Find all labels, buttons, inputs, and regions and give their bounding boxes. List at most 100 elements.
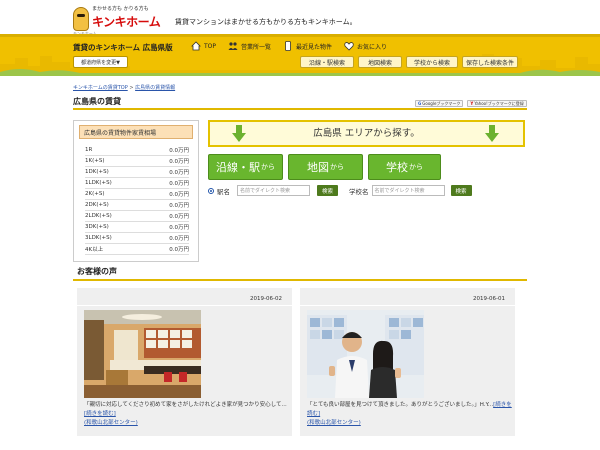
school-name-input[interactable]: 名前でダイレクト検索 (371, 185, 445, 196)
price-type: 3DK(+S) (85, 224, 109, 230)
nav-favorites-label: お気に入り (357, 43, 388, 51)
site-header: まかせる方も かりる方も キンキホーム キンキホーム 賃貸マンションはまかせる方… (0, 0, 600, 36)
rent-price-title: 広島県の賃貸物件家賃相場 (79, 125, 193, 139)
heart-icon (344, 42, 354, 51)
area-search-text: 広島県 エリアから探す。 (313, 128, 420, 139)
catchphrase: 賃貸マンションはまかせる方もかりる方もキンキホーム。 (175, 18, 357, 26)
down-arrow-icon (232, 125, 246, 142)
quick-search-buttons: 沿線・駅検索 地図検索 学校から検索 保存した検索条件 (300, 56, 518, 68)
main-nav: TOP 営業所一覧 最近見た物件 お気に入り (191, 41, 399, 51)
price-row: 2DK(+S) 0.0万円 (85, 200, 189, 211)
price-row: 1LDK(+S) 0.0万円 (85, 178, 189, 189)
price-type: 1K(+S) (85, 158, 105, 164)
school-search-row: 学校名 名前でダイレクト検索 検索 (349, 185, 472, 196)
saved-conditions-button[interactable]: 保存した検索条件 (462, 56, 518, 68)
nav-offices[interactable]: 営業所一覧 (228, 41, 271, 51)
station-label: 駅名 (217, 187, 230, 196)
voices-divider (73, 279, 527, 281)
voice-branch-link[interactable]: (和歌山北部センター) (307, 420, 361, 426)
station-search-button[interactable]: 検索 (317, 185, 339, 196)
area-search-banner[interactable]: 広島県 エリアから探す。 (208, 120, 525, 147)
station-radio[interactable] (208, 187, 214, 194)
line-station-from: から (261, 163, 275, 171)
price-value: 0.0万円 (169, 181, 189, 187)
nav-favorites[interactable]: お気に入り (344, 41, 387, 51)
price-value: 0.0万円 (169, 203, 189, 209)
price-value: 0.0万円 (169, 236, 189, 242)
price-row: 2K(+S) 0.0万円 (85, 189, 189, 200)
school-label-text: 学校名 (349, 187, 369, 196)
line-station-search-button[interactable]: 沿線・駅検索 (300, 56, 354, 68)
price-type: 2DK(+S) (85, 202, 109, 208)
nav-top[interactable]: TOP (191, 41, 216, 51)
school-search-button[interactable]: 学校から検索 (406, 56, 458, 68)
breadcrumb-sep: > (129, 85, 134, 91)
bookmark-buttons: G Googleブックマーク Y Yahoo!ブックマークに登録 (415, 100, 527, 107)
yahoo-bookmark-label: Yahoo!ブックマークに登録 (474, 100, 524, 106)
voice-date: 2019-06-02 (250, 296, 282, 302)
voice-text-block: 「とても良い部屋を見つけて頂きました。ありがとうございました。」H.Y...[続… (307, 401, 512, 428)
voice-photo (84, 310, 201, 398)
map-from: から (330, 163, 344, 171)
site-title[interactable]: 賃貸のキンキホーム 広島県版 (73, 42, 173, 53)
line-station-button[interactable]: 沿線・駅 から (208, 154, 283, 180)
title-divider (73, 108, 527, 110)
price-value: 0.0万円 (169, 225, 189, 231)
station-search-row: 駅名 名前でダイレクト検索 検索 (208, 185, 339, 196)
voice-branch-link[interactable]: (和歌山北部センター) (84, 420, 138, 426)
office-interior-photo (84, 310, 201, 398)
price-type: 3LDK(+S) (85, 235, 112, 241)
price-row: 2LDK(+S) 0.0万円 (85, 211, 189, 222)
page-title: 広島県の賃貸 (73, 97, 121, 106)
nav-recent[interactable]: 最近見た物件 (283, 41, 332, 51)
change-prefecture-button[interactable]: 都道府県を変更▼ (73, 56, 128, 68)
price-row: 1DK(+S) 0.0万円 (85, 167, 189, 178)
map-button[interactable]: 地図 から (288, 154, 363, 180)
card-divider (77, 305, 292, 306)
school-search-button[interactable]: 検索 (450, 185, 472, 196)
price-value: 0.0万円 (169, 214, 189, 220)
voice-text: 「とても良い部屋を見つけて頂きました。ありがとうございました。」H.Y... (307, 402, 494, 408)
voice-photo (307, 310, 424, 398)
price-row: 4K以上 0.0万円 (85, 244, 189, 255)
price-value: 0.0万円 (169, 170, 189, 176)
price-type: 1LDK(+S) (85, 180, 112, 186)
price-row: 1K(+S) 0.0万円 (85, 156, 189, 167)
yahoo-y-icon: Y (470, 101, 474, 106)
nav-recent-label: 最近見た物件 (296, 43, 333, 51)
breadcrumb: キンキホームの賃貸TOP > 広島県の賃貸情報 (73, 84, 175, 91)
breadcrumb-current[interactable]: 広島県の賃貸情報 (135, 85, 175, 91)
people-icon (228, 42, 238, 50)
voice-date: 2019-06-01 (473, 296, 505, 302)
google-bookmark-label: Googleブックマーク (422, 100, 461, 106)
line-station-label: 沿線・駅 (216, 161, 260, 174)
school-from: から (409, 163, 423, 171)
logo-tagline: まかせる方も かりる方も (92, 6, 149, 12)
map-search-button[interactable]: 地図検索 (358, 56, 402, 68)
price-row: 1R 0.0万円 (85, 145, 189, 156)
nav-top-label: TOP (204, 42, 217, 50)
school-button[interactable]: 学校 から (368, 154, 441, 180)
price-type: 4K以上 (85, 247, 104, 253)
price-type: 2LDK(+S) (85, 213, 112, 219)
down-arrow-icon (485, 125, 499, 142)
logo-name: キンキホーム (92, 15, 161, 29)
price-type: 1R (85, 147, 93, 153)
map-label: 地図 (307, 161, 329, 174)
price-value: 0.0万円 (169, 247, 189, 253)
rent-price-table: 広島県の賃貸物件家賃相場 1R 0.0万円 1K(+S) 0.0万円 1DK(+S)… (73, 120, 199, 262)
nav-offices-label: 営業所一覧 (241, 43, 272, 51)
yahoo-bookmark-button[interactable]: Y Yahoo!ブックマークに登録 (467, 100, 527, 107)
site-logo[interactable]: まかせる方も かりる方も キンキホーム キンキホーム (73, 4, 173, 36)
price-type: 1DK(+S) (85, 169, 109, 175)
breadcrumb-home[interactable]: キンキホームの賃貸TOP (73, 85, 128, 91)
google-bookmark-button[interactable]: G Googleブックマーク (415, 100, 464, 107)
voice-card: 2019-06-01 「とても良い部屋を見つけて頂きました。ありがとうございまし… (300, 288, 515, 436)
customer-voices-title: お客様の声 (77, 267, 117, 276)
school-label: 学校 (386, 161, 408, 174)
price-value: 0.0万円 (169, 192, 189, 198)
card-divider (300, 305, 515, 306)
station-name-input[interactable]: 名前でダイレクト検索 (237, 185, 310, 196)
read-more-link[interactable]: [続きを読む] (84, 411, 116, 417)
price-value: 0.0万円 (169, 159, 189, 165)
